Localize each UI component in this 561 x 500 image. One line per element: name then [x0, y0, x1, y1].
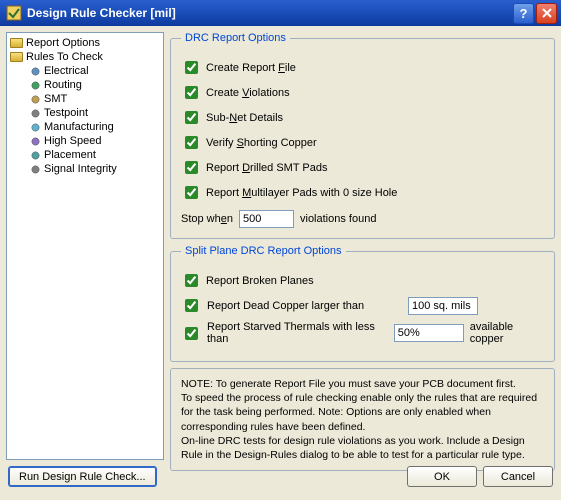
- close-icon: [542, 8, 552, 18]
- drc-option-row: Sub-Net Details: [181, 108, 544, 127]
- drc-option-row: Create Report File: [181, 58, 544, 77]
- tree-root-item[interactable]: Report Options: [10, 36, 160, 50]
- dead-copper-label: Report Dead Copper larger than: [207, 300, 402, 312]
- drc-option-checkbox[interactable]: [185, 136, 198, 149]
- rule-category-icon: [30, 164, 41, 175]
- rule-category-icon: [30, 122, 41, 133]
- stop-when-row: Stop when violations found: [181, 210, 544, 228]
- tree-label: Report Options: [26, 37, 100, 49]
- broken-planes-label: Report Broken Planes: [206, 275, 314, 287]
- tree-label: Routing: [44, 79, 82, 91]
- ok-button[interactable]: OK: [407, 466, 477, 487]
- close-button[interactable]: [536, 3, 557, 24]
- starved-thermals-label: Report Starved Thermals with less than: [207, 321, 388, 345]
- note-box: NOTE: To generate Report File you must s…: [170, 368, 555, 471]
- dead-copper-row: Report Dead Copper larger than: [181, 296, 544, 315]
- rule-category-icon: [30, 66, 41, 77]
- drc-option-row: Report Drilled SMT Pads: [181, 158, 544, 177]
- app-icon: [6, 5, 22, 21]
- drc-option-checkbox[interactable]: [185, 111, 198, 124]
- folder-icon: [10, 38, 23, 48]
- starved-thermals-checkbox[interactable]: [185, 327, 198, 340]
- drc-option-row: Verify Shorting Copper: [181, 133, 544, 152]
- tree-label: Testpoint: [44, 107, 88, 119]
- drc-option-checkbox[interactable]: [185, 86, 198, 99]
- folder-icon: [10, 52, 23, 62]
- dead-copper-checkbox[interactable]: [185, 299, 198, 312]
- drc-option-checkbox[interactable]: [185, 61, 198, 74]
- drc-option-label: Report Multilayer Pads with 0 size Hole: [206, 187, 397, 199]
- cancel-button[interactable]: Cancel: [483, 466, 553, 487]
- split-plane-group: Split Plane DRC Report Options Report Br…: [170, 245, 555, 362]
- rule-category-icon: [30, 136, 41, 147]
- help-button[interactable]: ?: [513, 3, 534, 24]
- tree-child-item[interactable]: Placement: [10, 148, 160, 162]
- tree-child-item[interactable]: Electrical: [10, 64, 160, 78]
- main-panel: DRC Report Options Create Report File Cre…: [170, 32, 555, 460]
- split-legend: Split Plane DRC Report Options: [181, 245, 346, 257]
- note-line-3: On-line DRC tests for design rule violat…: [181, 434, 544, 462]
- stop-when-input[interactable]: [239, 210, 294, 228]
- broken-planes-row: Report Broken Planes: [181, 271, 544, 290]
- title-bar: Design Rule Checker [mil] ?: [0, 0, 561, 26]
- drc-report-options-group: DRC Report Options Create Report File Cre…: [170, 32, 555, 239]
- tree-child-item[interactable]: Routing: [10, 78, 160, 92]
- rule-category-icon: [30, 108, 41, 119]
- starved-thermals-suffix: available copper: [470, 321, 544, 345]
- tree-child-item[interactable]: High Speed: [10, 134, 160, 148]
- tree-child-item[interactable]: Manufacturing: [10, 120, 160, 134]
- rule-category-icon: [30, 150, 41, 161]
- tree-label: SMT: [44, 93, 67, 105]
- drc-legend: DRC Report Options: [181, 32, 290, 44]
- window-title: Design Rule Checker [mil]: [27, 6, 513, 20]
- stop-when-label: Stop when: [181, 213, 233, 225]
- starved-thermals-row: Report Starved Thermals with less than a…: [181, 321, 544, 345]
- tree-child-item[interactable]: Signal Integrity: [10, 162, 160, 176]
- drc-option-label: Create Report File: [206, 62, 296, 74]
- tree-child-item[interactable]: Testpoint: [10, 106, 160, 120]
- drc-option-row: Report Multilayer Pads with 0 size Hole: [181, 183, 544, 202]
- note-line-1: NOTE: To generate Report File you must s…: [181, 377, 544, 391]
- run-drc-button[interactable]: Run Design Rule Check...: [8, 466, 157, 487]
- tree-label: Signal Integrity: [44, 163, 117, 175]
- drc-option-checkbox[interactable]: [185, 161, 198, 174]
- drc-option-label: Create Violations: [206, 87, 290, 99]
- dialog-body: Report Options Rules To Check Electrical Ro…: [0, 26, 561, 466]
- drc-option-label: Verify Shorting Copper: [206, 137, 317, 149]
- tree-root-item[interactable]: Rules To Check: [10, 50, 160, 64]
- tree-label: Manufacturing: [44, 121, 114, 133]
- drc-option-label: Report Drilled SMT Pads: [206, 162, 327, 174]
- rule-category-icon: [30, 80, 41, 91]
- stop-when-suffix: violations found: [300, 213, 376, 225]
- rule-category-icon: [30, 94, 41, 105]
- tree-label: Electrical: [44, 65, 89, 77]
- tree-panel[interactable]: Report Options Rules To Check Electrical Ro…: [6, 32, 164, 460]
- tree-label: Placement: [44, 149, 96, 161]
- tree-child-item[interactable]: SMT: [10, 92, 160, 106]
- starved-thermals-input[interactable]: [394, 324, 464, 342]
- note-line-2: To speed the process of rule checking en…: [181, 391, 544, 434]
- drc-option-row: Create Violations: [181, 83, 544, 102]
- tree-label: High Speed: [44, 135, 102, 147]
- drc-option-checkbox[interactable]: [185, 186, 198, 199]
- dead-copper-input[interactable]: [408, 297, 478, 315]
- drc-option-label: Sub-Net Details: [206, 112, 283, 124]
- broken-planes-checkbox[interactable]: [185, 274, 198, 287]
- tree-label: Rules To Check: [26, 51, 103, 63]
